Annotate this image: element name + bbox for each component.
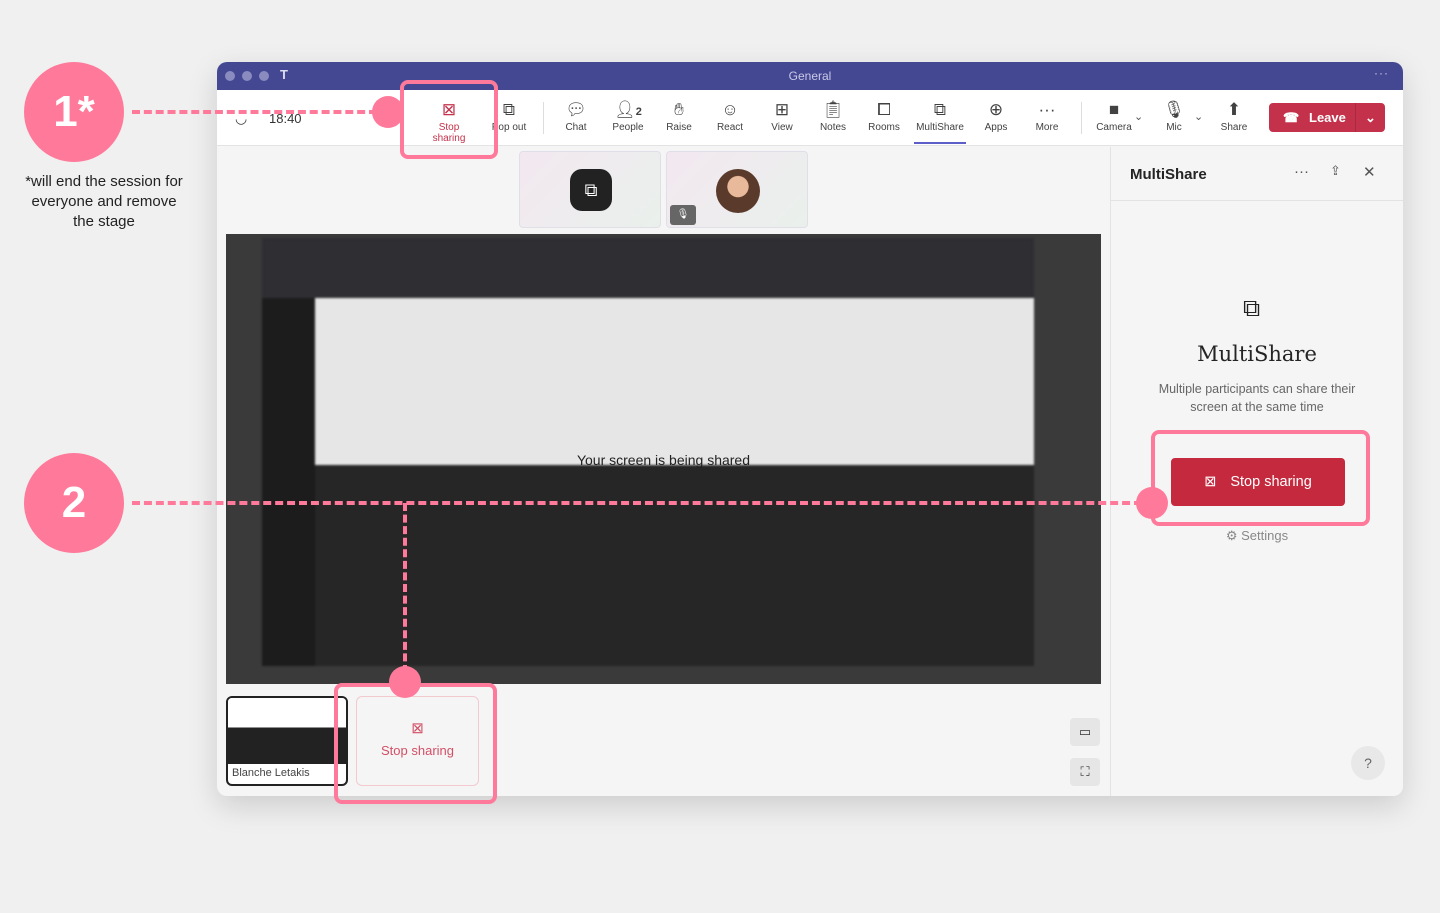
screen-shared-message: Your screen is being shared — [576, 452, 751, 468]
help-button[interactable]: ? — [1351, 746, 1385, 780]
annotation-line — [403, 503, 407, 673]
gear-icon: ⚙ — [1225, 528, 1238, 543]
multishare-icon: ⧉ — [933, 100, 947, 119]
multishare-button[interactable]: ⧉ MultiShare — [914, 98, 966, 133]
people-icon: 👤︎2 — [614, 100, 642, 119]
notes-button[interactable]: 📋︎ Notes — [807, 98, 859, 133]
fullscreen-button[interactable]: ⛶ — [1070, 758, 1100, 786]
mic-off-icon: 🎙︎ — [670, 205, 696, 225]
avatar — [716, 169, 760, 213]
annotation-line — [132, 110, 377, 114]
camera-button[interactable]: ■ Camera — [1088, 98, 1140, 133]
more-button[interactable]: ··· More — [1021, 98, 1073, 133]
react-button[interactable]: ☺ React — [704, 98, 756, 133]
view-button[interactable]: ⊞ View — [756, 98, 808, 133]
notes-icon: 📋︎ — [822, 100, 844, 119]
title-bar: T General ··· — [217, 62, 1403, 90]
label: Rooms — [868, 122, 900, 133]
raise-hand-button[interactable]: ✋︎ Raise — [653, 98, 705, 133]
leave-options-chevron-icon[interactable]: ⌄ — [1355, 103, 1385, 132]
chat-icon: 💬︎ — [565, 100, 587, 119]
settings-link[interactable]: ⚙ Settings — [1111, 528, 1403, 544]
settings-label: Settings — [1241, 528, 1289, 543]
participant-name: Blanche Letakis — [232, 767, 310, 779]
divider — [543, 102, 544, 134]
label: Share — [1220, 122, 1248, 133]
active-tab-indicator — [914, 142, 966, 144]
panel-close-button[interactable]: ✕ — [1363, 163, 1376, 181]
share-icon: ⬆ — [1226, 100, 1242, 119]
multishare-icon: ⧉ — [1243, 295, 1261, 322]
highlight-bottom-stop — [334, 683, 497, 804]
panel-bottom-icon: ▭ — [1078, 724, 1092, 739]
rooms-button[interactable]: ⧠ Rooms — [858, 98, 910, 133]
multishare-tile[interactable]: ⧉ — [519, 151, 661, 228]
participant-video-tile[interactable]: 🎙︎ — [666, 151, 808, 228]
people-count: 2 — [635, 106, 642, 118]
rooms-icon: ⧠ — [877, 100, 891, 119]
label: MultiShare — [916, 122, 964, 133]
hand-icon: ✋︎ — [674, 100, 684, 119]
panel-title: MultiShare — [1130, 166, 1207, 183]
divider — [1081, 102, 1082, 134]
label: View — [771, 122, 793, 133]
apps-button[interactable]: ⊕ Apps — [970, 98, 1022, 133]
multishare-description: Multiple participants can share their sc… — [1158, 382, 1356, 414]
grid-icon: ⊞ — [774, 100, 790, 119]
mic-button[interactable]: 🎙︎ Mic — [1148, 98, 1200, 133]
window-more-button[interactable]: ··· — [1374, 66, 1389, 80]
mic-off-icon: 🎙︎ — [1163, 100, 1185, 119]
mic-options-chevron-icon[interactable]: ⌄ — [1194, 110, 1203, 123]
annotation-line — [132, 501, 1142, 505]
shared-screen-thumbnail — [228, 698, 346, 764]
panel-popout-button[interactable]: ⇪ — [1330, 163, 1341, 179]
label: More — [1035, 122, 1059, 133]
smiley-icon: ☺ — [721, 100, 739, 119]
label: Camera — [1096, 122, 1132, 133]
annotation-note: *will end the session for everyone and r… — [25, 173, 183, 230]
label: People — [612, 122, 644, 133]
highlight-panel-stop — [1151, 430, 1370, 526]
chat-button[interactable]: 💬︎ Chat — [550, 98, 602, 133]
panel-more-button[interactable]: ··· — [1294, 163, 1309, 180]
hangup-icon: ☎︎ — [1283, 110, 1300, 125]
fullscreen-icon: ⛶ — [1080, 764, 1090, 779]
camera-off-icon: ■ — [1108, 100, 1120, 119]
annotation-1: 1* — [24, 62, 124, 162]
label: Chat — [565, 122, 587, 133]
label: React — [716, 122, 744, 133]
label: Mic — [1166, 122, 1182, 133]
window-title: General — [788, 69, 832, 83]
multishare-icon: ⧉ — [570, 169, 612, 211]
more-icon: ··· — [1038, 100, 1056, 119]
people-button[interactable]: 👤︎2 People — [602, 98, 654, 133]
leave-button[interactable]: ☎︎ Leave ⌄ — [1269, 103, 1385, 132]
participant-share-thumbnail[interactable]: Blanche Letakis — [226, 696, 348, 786]
plus-icon: ⊕ — [988, 100, 1004, 119]
label: Notes — [819, 122, 847, 133]
share-button[interactable]: ⬆ Share — [1208, 98, 1260, 133]
multishare-heading: MultiShare — [1197, 342, 1317, 366]
toggle-gallery-button[interactable]: ▭ — [1070, 718, 1100, 746]
annotation-2: 2 — [24, 453, 124, 553]
camera-options-chevron-icon[interactable]: ⌄ — [1134, 110, 1143, 123]
leave-label: Leave — [1309, 110, 1346, 125]
shared-screen-stage: Your screen is being shared — [226, 234, 1101, 684]
label: Raise — [666, 122, 692, 133]
label: Apps — [984, 122, 1008, 133]
highlight-toolbar-stop — [400, 80, 498, 159]
